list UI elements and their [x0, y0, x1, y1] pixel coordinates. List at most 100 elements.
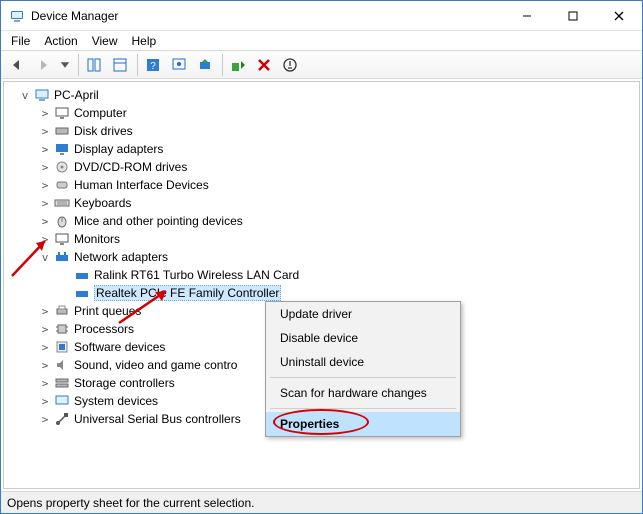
expand-icon[interactable]: >: [38, 215, 52, 228]
tree-item-label: Keyboards: [74, 196, 131, 210]
help-button[interactable]: ?: [141, 53, 165, 77]
history-dropdown[interactable]: [57, 53, 73, 77]
tree-item-hid[interactable]: > Human Interface Devices: [4, 176, 639, 194]
tree-item-realtek[interactable]: . Realtek PCIe FE Family Controller: [4, 284, 639, 302]
software-icon: [54, 339, 70, 355]
expand-icon[interactable]: >: [38, 323, 52, 336]
uninstall-device-button[interactable]: [252, 53, 276, 77]
ctx-separator: [270, 377, 456, 378]
menu-view[interactable]: View: [86, 32, 124, 50]
tree-item-network-adapters[interactable]: v Network adapters: [4, 248, 639, 266]
update-driver-button[interactable]: [193, 53, 217, 77]
status-bar: Opens property sheet for the current sel…: [1, 491, 642, 513]
menu-help[interactable]: Help: [126, 32, 163, 50]
tree-item-label: Disk drives: [74, 124, 133, 138]
menu-bar: File Action View Help: [1, 31, 642, 51]
toolbar-separator: [137, 54, 138, 76]
tree-item-label: Processors: [74, 322, 134, 336]
context-menu: Update driver Disable device Uninstall d…: [265, 301, 461, 437]
computer-category-icon: [54, 105, 70, 121]
toolbar: ?: [1, 51, 642, 79]
tree-item-label: Human Interface Devices: [74, 178, 209, 192]
ctx-disable-device[interactable]: Disable device: [266, 326, 460, 350]
status-text: Opens property sheet for the current sel…: [7, 496, 254, 510]
tree-item-label: Display adapters: [74, 142, 163, 156]
svg-text:?: ?: [150, 61, 156, 72]
system-icon: [54, 393, 70, 409]
window-controls: [504, 1, 642, 31]
tree-item-label: Universal Serial Bus controllers: [74, 412, 241, 426]
tree-item-dvd-drives[interactable]: > DVD/CD-ROM drives: [4, 158, 639, 176]
expand-icon[interactable]: >: [38, 395, 52, 408]
expand-icon[interactable]: >: [38, 161, 52, 174]
disable-device-button[interactable]: [278, 53, 302, 77]
collapse-icon[interactable]: v: [18, 89, 32, 102]
enable-device-button[interactable]: [226, 53, 250, 77]
forward-button[interactable]: [31, 53, 55, 77]
tree-item-label: Ralink RT61 Turbo Wireless LAN Card: [94, 268, 299, 282]
tree-item-computer[interactable]: > Computer: [4, 104, 639, 122]
tree-item-label: Print queues: [74, 304, 141, 318]
tree-item-label: Mice and other pointing devices: [74, 214, 243, 228]
scan-hardware-button[interactable]: [167, 53, 191, 77]
ctx-separator: [270, 408, 456, 409]
expand-icon[interactable]: >: [38, 341, 52, 354]
expand-icon[interactable]: >: [38, 197, 52, 210]
expand-icon[interactable]: >: [38, 107, 52, 120]
cpu-icon: [54, 321, 70, 337]
usb-icon: [54, 411, 70, 427]
close-button[interactable]: [596, 1, 642, 31]
tree-item-label: System devices: [74, 394, 158, 408]
keyboard-icon: [54, 195, 70, 211]
tree-item-disk-drives[interactable]: > Disk drives: [4, 122, 639, 140]
ctx-update-driver[interactable]: Update driver: [266, 302, 460, 326]
tree-item-label: Software devices: [74, 340, 165, 354]
tree-item-monitors[interactable]: > Monitors: [4, 230, 639, 248]
disk-icon: [54, 123, 70, 139]
tree-item-label: Sound, video and game contro: [74, 358, 237, 372]
ctx-properties[interactable]: Properties: [266, 412, 460, 436]
expand-icon[interactable]: >: [38, 143, 52, 156]
expand-icon[interactable]: >: [38, 125, 52, 138]
collapse-icon[interactable]: v: [38, 251, 52, 264]
ctx-uninstall-device[interactable]: Uninstall device: [266, 350, 460, 374]
tree-item-label: Network adapters: [74, 250, 168, 264]
storage-icon: [54, 375, 70, 391]
expand-icon[interactable]: >: [38, 305, 52, 318]
tree-root[interactable]: v PC-April: [4, 86, 639, 104]
mouse-icon: [54, 213, 70, 229]
tree-item-label: Computer: [74, 106, 127, 120]
menu-file[interactable]: File: [5, 32, 36, 50]
expand-icon[interactable]: >: [38, 377, 52, 390]
network-adapter-icon: [74, 285, 90, 301]
tree-item-label: DVD/CD-ROM drives: [74, 160, 187, 174]
expand-icon[interactable]: >: [38, 359, 52, 372]
tree-item-ralink[interactable]: . Ralink RT61 Turbo Wireless LAN Card: [4, 266, 639, 284]
monitor-icon: [54, 231, 70, 247]
expand-icon[interactable]: >: [38, 413, 52, 426]
toolbar-separator: [78, 54, 79, 76]
expand-icon[interactable]: >: [38, 179, 52, 192]
network-adapter-icon: [74, 267, 90, 283]
printer-icon: [54, 303, 70, 319]
tree-item-display-adapters[interactable]: > Display adapters: [4, 140, 639, 158]
show-hide-tree-button[interactable]: [82, 53, 106, 77]
properties-button[interactable]: [108, 53, 132, 77]
maximize-button[interactable]: [550, 1, 596, 31]
network-icon: [54, 249, 70, 265]
tree-item-label: Storage controllers: [74, 376, 175, 390]
window-title: Device Manager: [31, 9, 118, 23]
dvd-icon: [54, 159, 70, 175]
toolbar-separator: [222, 54, 223, 76]
tree-item-keyboards[interactable]: > Keyboards: [4, 194, 639, 212]
minimize-button[interactable]: [504, 1, 550, 31]
tree-item-mice[interactable]: > Mice and other pointing devices: [4, 212, 639, 230]
sound-icon: [54, 357, 70, 373]
back-button[interactable]: [5, 53, 29, 77]
display-icon: [54, 141, 70, 157]
title-bar: Device Manager: [1, 1, 642, 31]
expand-icon[interactable]: >: [38, 233, 52, 246]
ctx-scan-hardware[interactable]: Scan for hardware changes: [266, 381, 460, 405]
menu-action[interactable]: Action: [38, 32, 83, 50]
hid-icon: [54, 177, 70, 193]
